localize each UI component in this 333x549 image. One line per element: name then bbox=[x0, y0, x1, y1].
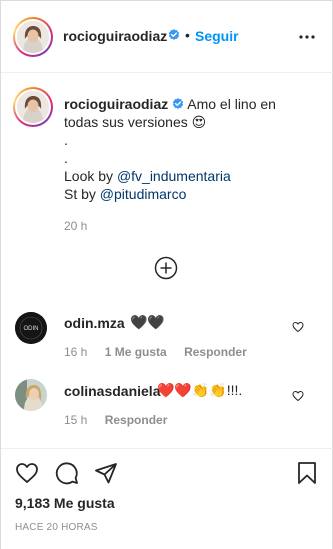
heart-icon[interactable] bbox=[292, 390, 304, 402]
comment-username[interactable]: odin.mza bbox=[64, 315, 125, 331]
author-avatar[interactable] bbox=[13, 17, 53, 57]
follow-button[interactable]: Seguir bbox=[195, 28, 239, 44]
comment-icon[interactable] bbox=[55, 461, 79, 485]
comment-avatar[interactable] bbox=[15, 379, 47, 411]
st-by-mention-link[interactable]: @pitudimarco bbox=[100, 186, 187, 202]
caption-dot-line: . bbox=[64, 150, 68, 166]
post-age[interactable]: HACE 20 HORAS bbox=[15, 522, 98, 533]
comment-avatar-logo: ODIN bbox=[24, 326, 39, 332]
plus-circle-icon[interactable] bbox=[154, 256, 178, 280]
bookmark-icon[interactable] bbox=[295, 461, 319, 485]
heart-icon[interactable] bbox=[15, 461, 39, 485]
comment-text: ❤️❤️👏👏!!!. bbox=[157, 382, 243, 398]
comment-meta: 15 h Responder bbox=[64, 413, 181, 427]
caption-timestamp[interactable]: 20 h bbox=[64, 219, 87, 233]
caption-username[interactable]: rocioguiraodiaz bbox=[64, 96, 168, 112]
author-username[interactable]: rocioguiraodiaz bbox=[63, 28, 167, 44]
comment-time[interactable]: 15 h bbox=[64, 413, 87, 427]
look-by-mention-link[interactable]: @fv_indumentaria bbox=[117, 168, 231, 184]
likes-count[interactable]: 9,183 Me gusta bbox=[15, 495, 115, 511]
heart-icon[interactable] bbox=[292, 321, 304, 333]
comment-time[interactable]: 16 h bbox=[64, 345, 87, 359]
reply-button[interactable]: Responder bbox=[105, 413, 168, 427]
comment-username[interactable]: colinasdaniela bbox=[64, 383, 160, 399]
action-bar: 9,183 Me gusta HACE 20 HORAS bbox=[1, 448, 333, 549]
caption-dot-line: . bbox=[64, 132, 68, 148]
caption-text: rocioguiraodiaz Amo el lino en todas sus… bbox=[64, 95, 314, 203]
header-separator: • bbox=[185, 27, 190, 43]
st-by-label: St by bbox=[64, 186, 96, 202]
more-options-icon[interactable] bbox=[295, 28, 319, 46]
look-by-label: Look by bbox=[64, 168, 114, 184]
verified-badge-icon bbox=[168, 29, 180, 40]
caption-emoji: 😍 bbox=[191, 114, 207, 130]
comment-likes[interactable]: 1 Me gusta bbox=[105, 345, 167, 359]
caption-avatar[interactable] bbox=[13, 87, 53, 127]
comment-avatar[interactable]: ODIN bbox=[15, 312, 47, 344]
verified-badge-icon bbox=[172, 98, 184, 109]
post-header: rocioguiraodiaz • Seguir bbox=[1, 1, 333, 73]
comment-text: 🖤🖤 bbox=[130, 314, 165, 330]
reply-button[interactable]: Responder bbox=[184, 345, 247, 359]
share-icon[interactable] bbox=[94, 461, 118, 485]
post-panel: rocioguiraodiaz • Seguir rocioguiraodiaz bbox=[0, 0, 333, 549]
comment-meta: 16 h 1 Me gusta Responder bbox=[64, 345, 261, 359]
